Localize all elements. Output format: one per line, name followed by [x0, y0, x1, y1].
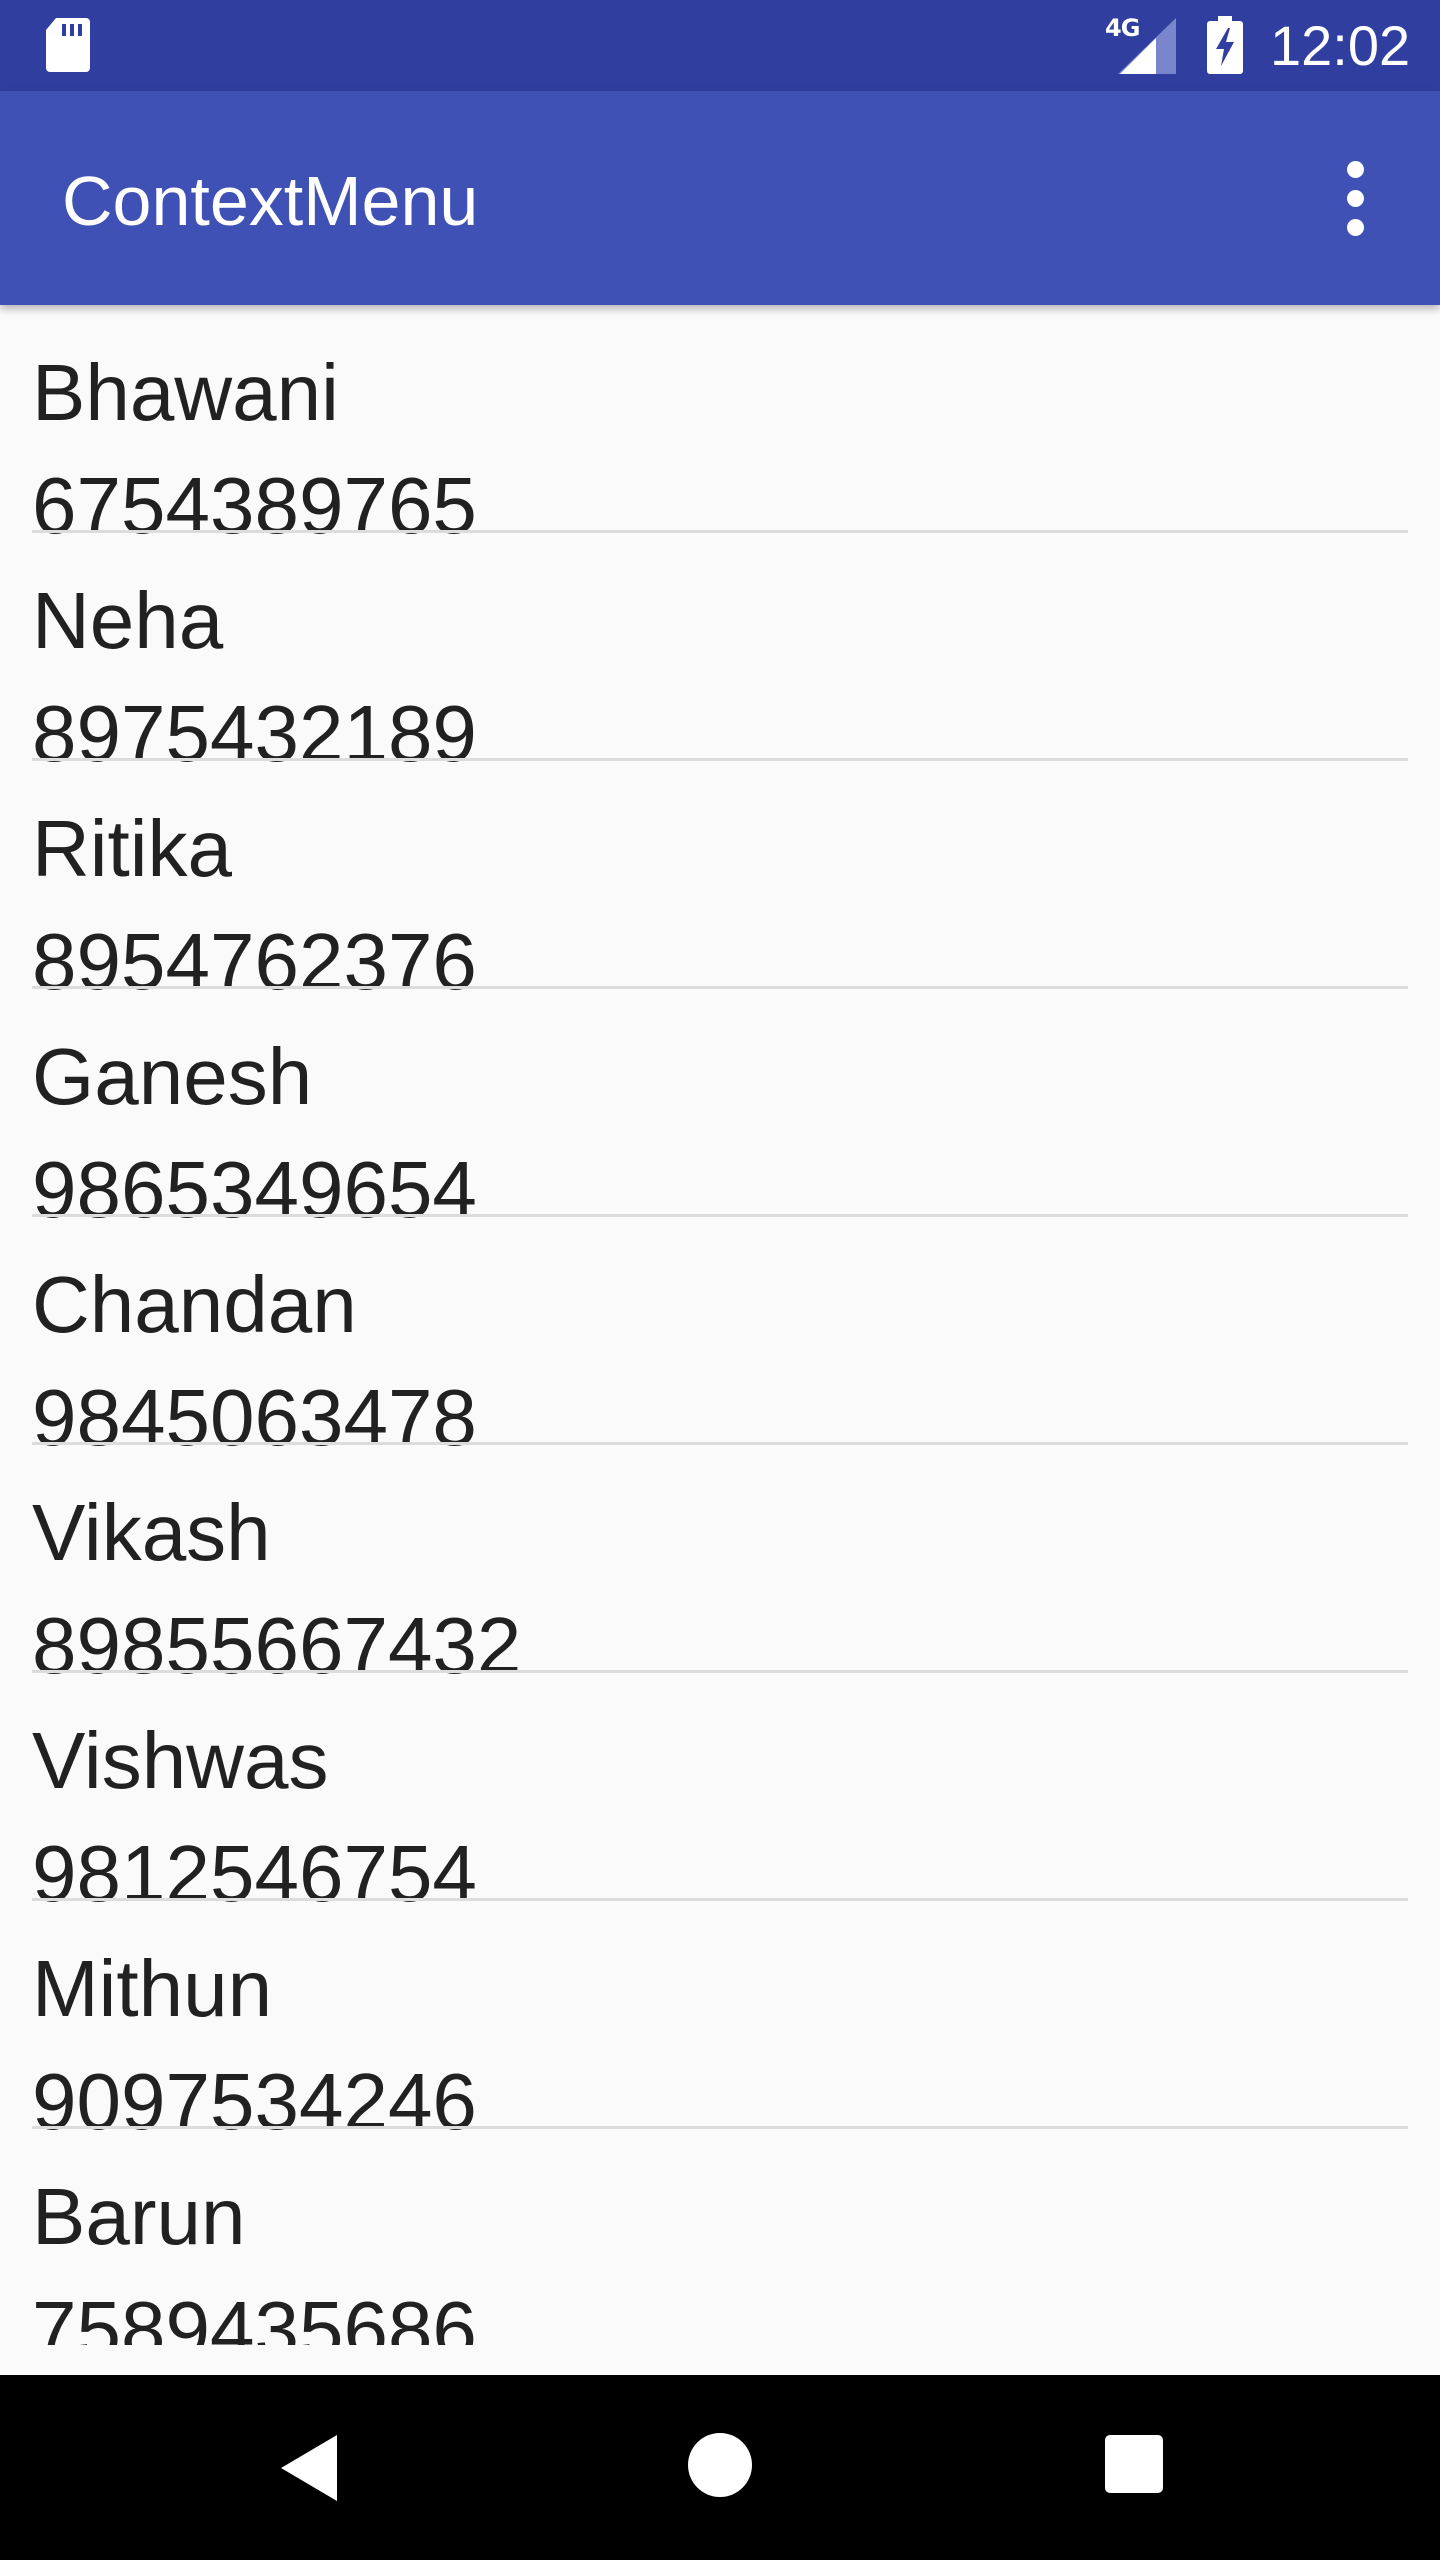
- app-bar: ContextMenu: [0, 91, 1440, 305]
- battery-charging-icon: [1207, 16, 1243, 74]
- home-circle-icon[interactable]: [688, 2433, 752, 2497]
- back-triangle-icon[interactable]: [275, 2433, 345, 2503]
- contact-name: Ritika: [32, 804, 233, 893]
- more-vert-icon[interactable]: [1326, 159, 1386, 239]
- contact-name: Barun: [32, 2172, 246, 2261]
- contact-item-5[interactable]: Vikash 89855667432: [0, 1445, 1440, 1690]
- contact-item-1[interactable]: Neha 8975432189: [0, 533, 1440, 778]
- contact-item-2[interactable]: Ritika 8954762376: [0, 761, 1440, 1006]
- sd-card-icon: [46, 18, 90, 72]
- contact-name: Ganesh: [32, 1032, 313, 1121]
- contact-name: Vishwas: [32, 1716, 329, 1805]
- contact-item-3[interactable]: Ganesh 9865349654: [0, 989, 1440, 1234]
- overflow-dot: [1347, 161, 1364, 178]
- contact-item-7[interactable]: Mithun 9097534246: [0, 1901, 1440, 2146]
- recents-square-icon[interactable]: [1105, 2435, 1163, 2493]
- overflow-dot: [1347, 190, 1364, 207]
- signal-strength-icon: [1118, 18, 1176, 74]
- contact-list[interactable]: Bhawani 6754389765 Neha 8975432189 Ritik…: [0, 305, 1440, 2345]
- contact-item-8[interactable]: Barun 7589435686: [0, 2129, 1440, 2345]
- contact-name: Bhawani: [32, 348, 339, 437]
- overflow-dot: [1347, 219, 1364, 236]
- contact-name: Vikash: [32, 1488, 271, 1577]
- app-title: ContextMenu: [62, 162, 479, 240]
- navigation-bar: [0, 2375, 1440, 2560]
- contact-phone: 7589435686: [32, 2285, 477, 2345]
- contact-name: Chandan: [32, 1260, 357, 1349]
- contact-item-0[interactable]: Bhawani 6754389765: [0, 305, 1440, 550]
- contact-name: Mithun: [32, 1944, 273, 2033]
- contact-name: Neha: [32, 576, 224, 665]
- status-clock: 12:02: [1270, 14, 1411, 77]
- contact-item-4[interactable]: Chandan 9845063478: [0, 1217, 1440, 1462]
- status-bar: 4G 12:02: [0, 0, 1440, 91]
- contact-item-6[interactable]: Vishwas 9812546754: [0, 1673, 1440, 1918]
